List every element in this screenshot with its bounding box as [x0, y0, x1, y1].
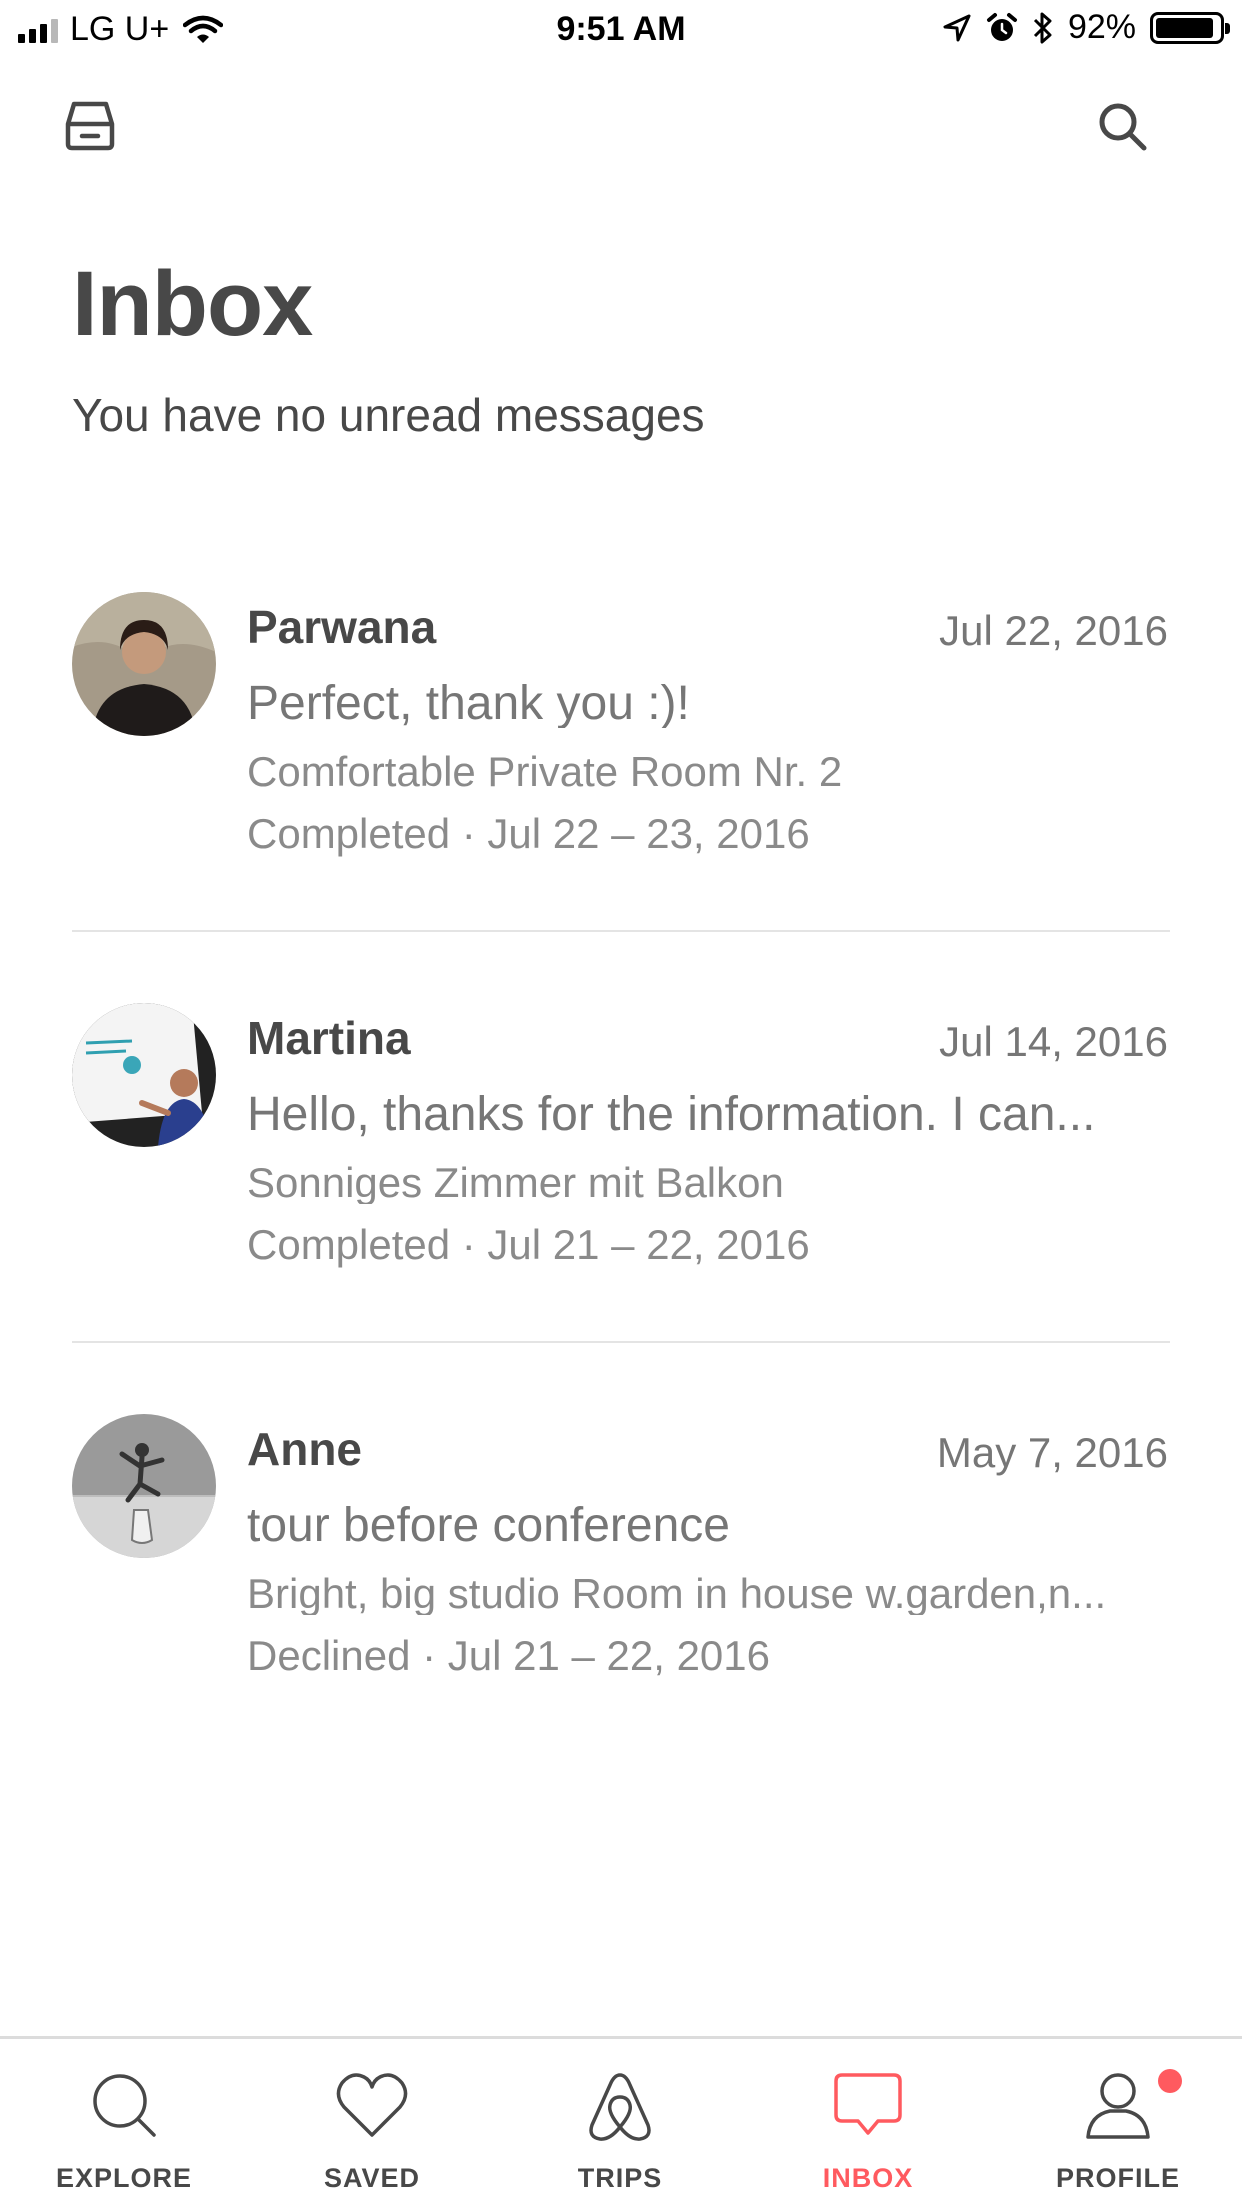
- tab-label: INBOX: [822, 2163, 914, 2193]
- tab-trips[interactable]: TRIPS: [496, 2039, 744, 2208]
- listing-name: Sonniges Zimmer mit Balkon: [247, 1162, 784, 1204]
- battery-percent: 92%: [1067, 8, 1136, 46]
- avatar: [72, 1414, 216, 1558]
- listing-name: Comfortable Private Room Nr. 2: [247, 751, 843, 793]
- tab-inbox[interactable]: INBOX: [744, 2039, 992, 2208]
- divider: [72, 930, 1170, 932]
- tab-label: SAVED: [323, 2163, 421, 2193]
- page-title: Inbox: [72, 253, 313, 355]
- tab-label: EXPLORE: [55, 2163, 193, 2193]
- page-subtitle: You have no unread messages: [72, 389, 705, 441]
- conversation-item[interactable]: Martina Jul 14, 2016 Hello, thanks for t…: [0, 1003, 1242, 1333]
- search-icon: [1099, 103, 1147, 151]
- contact-name: Anne: [247, 1423, 362, 1475]
- message-preview: Hello, thanks for the information. I can…: [247, 1091, 1096, 1139]
- message-preview: tour before conference: [247, 1502, 730, 1550]
- archive-button[interactable]: [60, 96, 120, 156]
- conversation-item[interactable]: Parwana Jul 22, 2016 Perfect, thank you …: [0, 592, 1242, 922]
- battery-icon: [1150, 11, 1230, 44]
- reservation-status: Completed · Jul 22 – 23, 2016: [247, 810, 810, 857]
- status-right: 92%: [942, 8, 1230, 47]
- listing-name: Bright, big studio Room in house w.garde…: [247, 1573, 1107, 1615]
- status-bar: LG U+ 9:51 AM 92%: [0, 0, 1242, 62]
- message-date: May 7, 2016: [936, 1429, 1168, 1476]
- conversation-item[interactable]: Anne May 7, 2016 tour before conference …: [0, 1414, 1242, 1744]
- tab-label: PROFILE: [1055, 2163, 1180, 2193]
- message-date: Jul 14, 2016: [939, 1018, 1168, 1065]
- contact-name: Martina: [247, 1012, 411, 1064]
- airbnb-logo-icon: [589, 2073, 651, 2141]
- contact-name: Parwana: [247, 601, 437, 653]
- message-date: Jul 22, 2016: [939, 607, 1168, 654]
- location-icon: [943, 14, 971, 41]
- tab-bar: EXPLORE SAVED TRIPS INBOX PROFILE: [0, 2036, 1242, 2208]
- avatar: [72, 592, 216, 736]
- bluetooth-icon: [1033, 12, 1052, 43]
- archive-icon: [65, 101, 115, 151]
- avatar: [72, 1003, 216, 1147]
- tab-profile[interactable]: PROFILE: [994, 2039, 1242, 2208]
- heart-icon: [336, 2073, 408, 2137]
- search-button[interactable]: [1092, 96, 1152, 156]
- divider: [72, 1341, 1170, 1343]
- chat-bubble-icon: [834, 2073, 902, 2135]
- alarm-icon: [986, 12, 1017, 41]
- search-icon: [93, 2074, 156, 2137]
- tab-label: TRIPS: [577, 2163, 663, 2193]
- reservation-status: Completed · Jul 21 – 22, 2016: [247, 1221, 810, 1268]
- reservation-status: Declined · Jul 21 – 22, 2016: [247, 1632, 771, 1679]
- battery-fill: [1156, 17, 1214, 38]
- message-preview: Perfect, thank you :)!: [247, 680, 690, 728]
- notification-dot: [1158, 2069, 1182, 2093]
- tab-saved[interactable]: SAVED: [248, 2039, 496, 2208]
- person-icon: [1086, 2073, 1150, 2139]
- tab-explore[interactable]: EXPLORE: [0, 2039, 248, 2208]
